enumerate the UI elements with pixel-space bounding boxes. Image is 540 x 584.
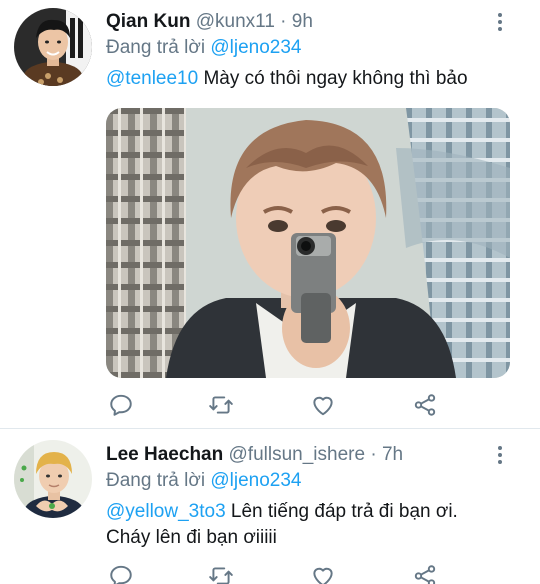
- replying-to-line: Đang trả lời @ljeno234: [106, 36, 301, 60]
- timestamp[interactable]: 7h: [382, 444, 403, 465]
- retweet-icon[interactable]: [206, 390, 236, 420]
- tweet-lee-haechan[interactable]: Lee Haechan @fullsun_ishere · 7h Đang tr…: [0, 429, 540, 584]
- separator: ·: [280, 11, 287, 32]
- tweet-header: Qian Kun @kunx11 · 9h: [106, 10, 500, 34]
- separator: ·: [370, 444, 377, 465]
- retweet-icon[interactable]: [206, 561, 236, 584]
- replying-to-line: Đang trả lời @ljeno234: [106, 469, 301, 493]
- tweet-media-image[interactable]: [106, 108, 510, 378]
- tweet-text: @yellow_3to3 Lên tiếng đáp trả đi bạn ơi…: [106, 499, 504, 551]
- display-name[interactable]: Lee Haechan: [106, 444, 223, 465]
- tweet-qian-kun[interactable]: Qian Kun @kunx11 · 9h Đang trả lời @ljen…: [0, 0, 540, 428]
- more-vertical-icon[interactable]: [490, 443, 510, 467]
- heart-icon[interactable]: [308, 561, 338, 584]
- tweet-text: @tenlee10 Mày có thôi ngay không thì bảo: [106, 66, 510, 92]
- reply-icon[interactable]: [106, 390, 136, 420]
- tweet-text-content: Mày có thôi ngay không thì bảo: [198, 68, 468, 89]
- heart-icon[interactable]: [308, 390, 338, 420]
- replying-to-link[interactable]: @ljeno234: [210, 470, 301, 491]
- avatar[interactable]: [14, 440, 92, 518]
- replying-to-link[interactable]: @ljeno234: [210, 37, 301, 58]
- avatar-image: [14, 440, 92, 518]
- share-icon[interactable]: [410, 561, 440, 584]
- tweet-actions: [106, 561, 446, 584]
- share-icon[interactable]: [410, 390, 440, 420]
- user-handle[interactable]: @kunx11: [196, 11, 275, 32]
- display-name[interactable]: Qian Kun: [106, 11, 190, 32]
- replying-prefix: Đang trả lời: [106, 37, 206, 58]
- user-handle[interactable]: @fullsun_ishere: [229, 444, 366, 465]
- mention-link[interactable]: @tenlee10: [106, 68, 198, 89]
- replying-prefix: Đang trả lời: [106, 470, 206, 491]
- tweet-actions: [106, 390, 446, 420]
- mention-link[interactable]: @yellow_3to3: [106, 501, 226, 522]
- avatar[interactable]: [14, 8, 92, 86]
- media-photo: [106, 108, 510, 378]
- reply-icon[interactable]: [106, 561, 136, 584]
- tweet-header: Lee Haechan @fullsun_ishere · 7h: [106, 443, 500, 467]
- avatar-image: [14, 8, 92, 86]
- more-vertical-icon[interactable]: [490, 10, 510, 34]
- timestamp[interactable]: 9h: [292, 11, 313, 32]
